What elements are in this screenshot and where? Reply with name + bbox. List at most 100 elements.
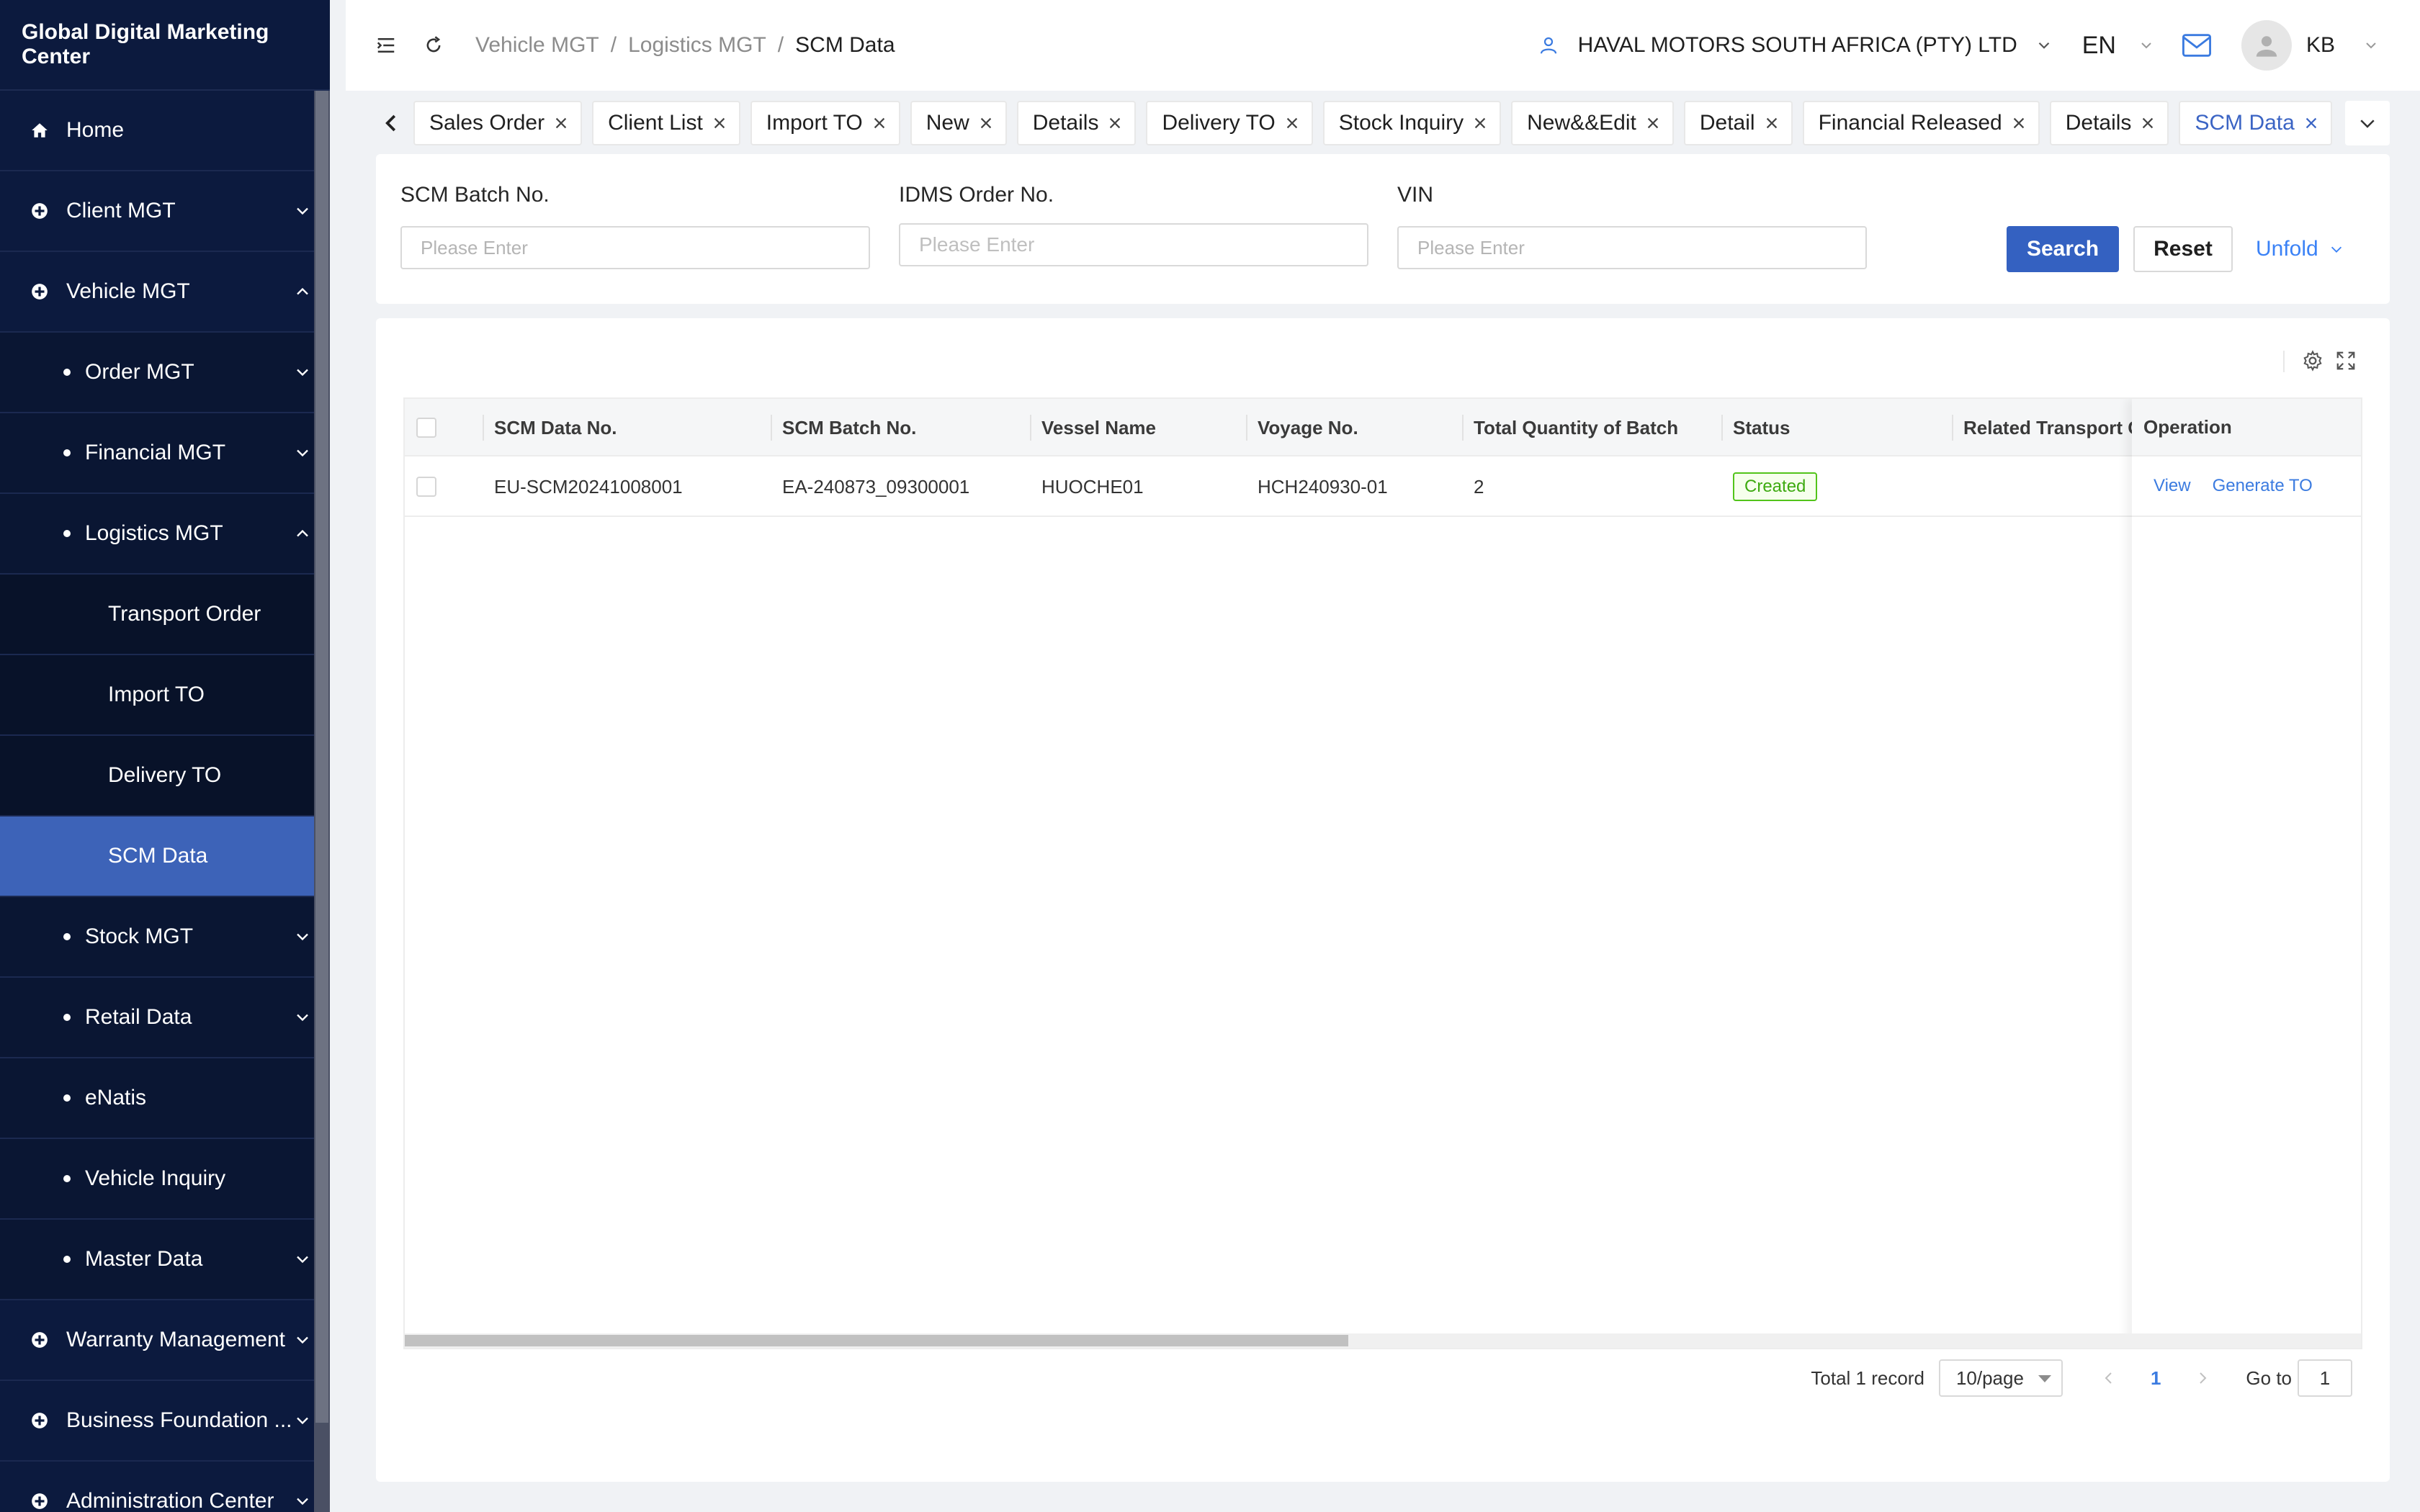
refresh-icon[interactable] [421,32,447,58]
scm-batch-no-input[interactable]: Please Enter [400,226,870,269]
generate-to-link[interactable]: Generate TO [2213,476,2313,496]
search-button[interactable]: Search [2007,226,2119,272]
unfold-button[interactable]: Unfold [2256,226,2371,272]
idms-order-no-input[interactable]: Please Enter [899,223,1368,266]
column-header[interactable]: Related Transport Order [1952,399,2132,456]
tab-sales-order[interactable]: Sales Order [413,101,583,145]
tab-label: Sales Order [429,111,545,135]
close-icon[interactable] [1107,115,1123,131]
page-size-value: 10/page [1955,1367,2024,1389]
breadcrumb-item[interactable]: Vehicle MGT [475,33,599,58]
pagination: Total 1 record 10/page 1 Go to 1 [1811,1359,2352,1397]
reset-button[interactable]: Reset [2133,226,2233,272]
user-icon [1540,37,1556,54]
close-icon[interactable] [2303,115,2319,131]
column-header[interactable]: SCM Batch No. [771,399,1030,456]
row-checkbox[interactable] [416,477,436,497]
column-header[interactable]: Voyage No. [1246,399,1462,456]
tab-delivery-to[interactable]: Delivery TO [1146,101,1313,145]
scrollbar-thumb[interactable] [405,1335,1348,1346]
sidebar-item-financial-mgt[interactable]: Financial MGT [0,413,330,494]
tab-new-edit[interactable]: New&&Edit [1511,101,1674,145]
sidebar-item-warranty-management[interactable]: Warranty Management [0,1300,330,1381]
page-number[interactable]: 1 [2151,1367,2161,1390]
sidebar-item-order-mgt[interactable]: Order MGT [0,333,330,413]
page-size-select[interactable]: 10/page [1938,1359,2063,1397]
close-icon[interactable] [1284,115,1300,131]
tab-details-2[interactable]: Details [2049,101,2169,145]
mail-icon[interactable] [2181,32,2213,58]
menu-fold-icon[interactable] [373,32,399,58]
company-selector[interactable]: HAVAL MOTORS SOUTH AFRICA (PTY) LTD [1538,33,2053,58]
module-icon [29,281,50,302]
chevron-down-icon [297,1417,308,1425]
horizontal-scrollbar[interactable] [405,1333,2361,1348]
sidebar-scrollbar[interactable] [314,91,330,1512]
tab-scroll-left-icon[interactable] [370,102,413,145]
user-name[interactable]: KB [2306,33,2335,58]
sidebar-item-vehicle-inquiry[interactable]: Vehicle Inquiry [0,1139,330,1220]
column-header[interactable]: SCM Data No. [483,399,771,456]
sidebar-item-delivery-to[interactable]: Delivery TO [0,736,330,816]
sidebar-item-label: Delivery TO [108,763,222,787]
vin-input[interactable]: Please Enter [1397,226,1867,269]
sidebar-item-administration-center[interactable]: Administration Center [0,1462,330,1512]
close-icon[interactable] [553,115,569,131]
header-right: HAVAL MOTORS SOUTH AFRICA (PTY) LTD EN K… [1538,0,2380,91]
sidebar-item-label: Vehicle Inquiry [85,1166,226,1190]
sidebar: Global Digital Marketing Center Home Cli… [0,0,330,1512]
chevron-down-icon[interactable] [2362,37,2380,54]
tab-scm-data[interactable]: SCM Data [2179,101,2332,145]
close-icon[interactable] [1645,115,1661,131]
close-icon[interactable] [1764,115,1780,131]
sidebar-item-scm-data[interactable]: SCM Data [0,816,330,897]
close-icon[interactable] [712,115,727,131]
column-header[interactable]: Status [1721,399,1952,456]
goto-page-input[interactable]: 1 [2298,1359,2352,1397]
close-icon[interactable] [2140,115,2156,131]
column-header[interactable]: Vessel Name [1030,399,1246,456]
close-icon[interactable] [2011,115,2027,131]
next-page-icon[interactable] [2188,1364,2217,1392]
sidebar-item-client-mgt[interactable]: Client MGT [0,171,330,252]
column-header[interactable]: Total Quantity of Batch [1462,399,1721,456]
breadcrumb-item[interactable]: Logistics MGT [628,33,766,58]
tab-client-list[interactable]: Client List [592,101,740,145]
scrollbar-thumb[interactable] [315,91,328,1423]
sidebar-item-logistics-mgt[interactable]: Logistics MGT [0,494,330,575]
tab-stock-inquiry[interactable]: Stock Inquiry [1322,101,1502,145]
sidebar-item-business-foundation[interactable]: Business Foundation ... [0,1381,330,1462]
prev-page-icon[interactable] [2094,1364,2123,1392]
cell-status: Created [1721,456,1952,517]
close-icon[interactable] [978,115,994,131]
select-all-checkbox[interactable] [416,418,436,438]
tab-menu-button[interactable] [2345,101,2390,145]
tab-details[interactable]: Details [1016,101,1137,145]
sidebar-item-master-data[interactable]: Master Data [0,1220,330,1300]
tab-label: Detail [1699,111,1755,135]
sidebar-item-home[interactable]: Home [0,91,330,171]
chevron-down-icon [297,1336,308,1344]
view-link[interactable]: View [2154,476,2191,496]
sidebar-item-stock-mgt[interactable]: Stock MGT [0,897,330,978]
breadcrumb-separator: / [777,33,784,57]
home-icon [29,120,50,141]
sidebar-item-import-to[interactable]: Import TO [0,655,330,736]
tab-financial-released[interactable]: Financial Released [1802,101,2040,145]
close-icon[interactable] [871,115,887,131]
cell-scm-batch-no: EA-240873_09300001 [782,475,970,498]
tab-detail[interactable]: Detail [1683,101,1793,145]
sidebar-item-transport-order[interactable]: Transport Order [0,575,330,655]
tab-import-to[interactable]: Import TO [750,101,900,145]
avatar[interactable] [2241,20,2292,71]
close-icon[interactable] [1472,115,1488,131]
sidebar-item-vehicle-mgt[interactable]: Vehicle MGT [0,252,330,333]
settings-icon[interactable] [2302,350,2325,373]
table-row[interactable]: EU-SCM20241008001 EA-240873_09300001 HUO… [405,456,2361,517]
sidebar-item-label: Administration Center [66,1489,274,1512]
tab-new[interactable]: New [910,101,1007,145]
language-selector[interactable]: EN [2082,32,2155,60]
sidebar-item-retail-data[interactable]: Retail Data [0,978,330,1058]
sidebar-item-enatis[interactable]: eNatis [0,1058,330,1139]
fullscreen-icon[interactable] [2335,350,2358,373]
